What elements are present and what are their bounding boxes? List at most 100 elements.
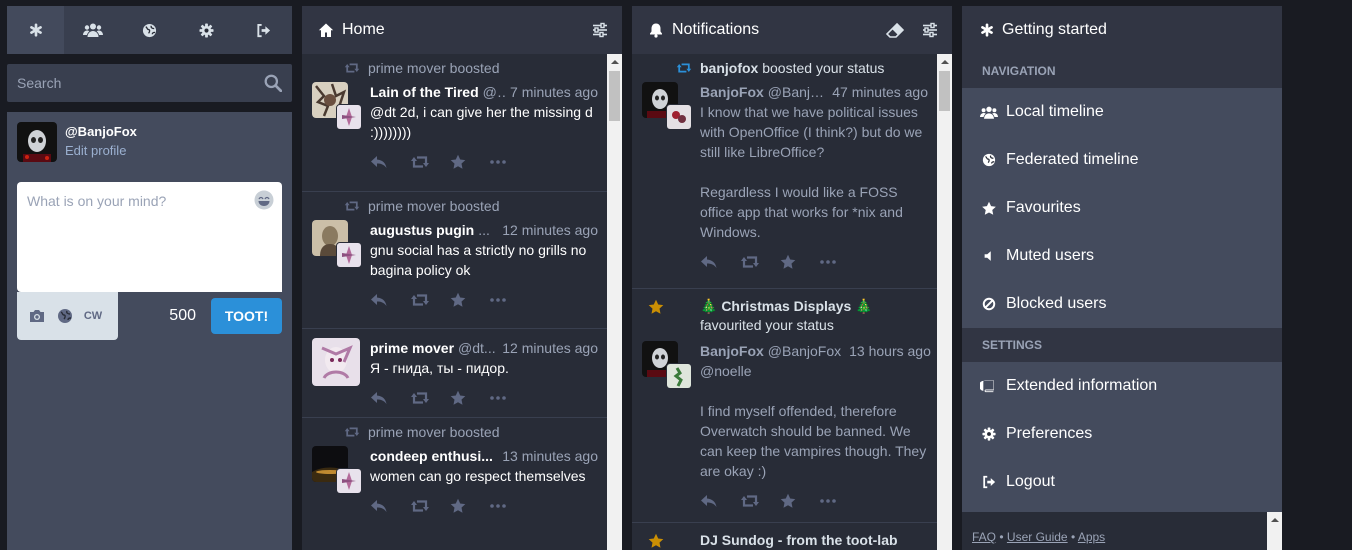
tab-getting-started[interactable] (7, 6, 64, 54)
scrollbar[interactable] (1267, 512, 1282, 550)
apps-link[interactable]: Apps (1078, 530, 1105, 544)
nav-federated-timeline[interactable]: Federated timeline (962, 136, 1282, 184)
content-warning-button[interactable]: CW (79, 310, 107, 322)
favourite-button[interactable] (450, 292, 490, 308)
column-settings-icon[interactable] (922, 22, 938, 38)
account-handle[interactable] (497, 446, 498, 466)
tab-logout[interactable] (235, 6, 292, 54)
status-timestamp[interactable]: 7 minutes ago (510, 82, 598, 102)
favourite-button[interactable] (450, 498, 490, 514)
nav-blocked-users[interactable]: Blocked users (962, 280, 1282, 328)
more-button[interactable] (820, 260, 860, 264)
star-icon (780, 493, 796, 509)
nav-muted-users[interactable]: Muted users (962, 232, 1282, 280)
boost-button[interactable] (410, 293, 450, 307)
avatar[interactable] (336, 242, 362, 268)
reply-button[interactable] (700, 255, 740, 269)
toot-button[interactable]: TOOT! (211, 298, 282, 334)
more-button[interactable] (490, 160, 530, 164)
notifications-column-header[interactable]: Notifications (632, 6, 952, 54)
display-name[interactable]: Lain of the Tired (370, 82, 479, 102)
display-name[interactable]: BanjoFox (700, 82, 764, 102)
privacy-dropdown-button[interactable] (51, 308, 79, 324)
account-handle[interactable]: @BanjoFox (768, 341, 841, 361)
notification[interactable]: banjofox boosted your status BanjoFox @B… (632, 54, 952, 289)
tab-preferences[interactable] (178, 6, 235, 54)
scrollbar[interactable] (937, 54, 952, 550)
tab-local-timeline[interactable] (64, 6, 121, 54)
emoji-picker-icon[interactable] (254, 190, 274, 210)
avatar[interactable] (336, 104, 362, 130)
scrollbar-thumb[interactable] (939, 71, 950, 111)
favourite-button[interactable] (450, 154, 490, 170)
scroll-up-button[interactable] (607, 54, 622, 69)
column-settings-icon[interactable] (592, 22, 608, 38)
avatar[interactable] (666, 363, 692, 389)
account-handle[interactable]: @Banjo... (768, 82, 828, 102)
boost-button[interactable] (410, 499, 450, 513)
boost-button[interactable] (740, 494, 780, 508)
display-name[interactable]: BanjoFox (700, 341, 764, 361)
nav-logout[interactable]: Logout (962, 458, 1282, 506)
more-button[interactable] (490, 504, 530, 508)
reply-all-button[interactable] (700, 494, 740, 508)
search-icon[interactable] (264, 74, 282, 92)
account-handle[interactable]: @... (483, 82, 506, 102)
more-button[interactable] (490, 298, 530, 302)
search-input[interactable] (7, 64, 292, 102)
nav-favourites[interactable]: Favourites (962, 184, 1282, 232)
nav-preferences[interactable]: Preferences (962, 410, 1282, 458)
account-handle[interactable]: @BanjoFox (65, 124, 137, 139)
boost-button[interactable] (410, 391, 450, 405)
status-timestamp[interactable]: 13 minutes ago (502, 446, 598, 466)
more-button[interactable] (490, 396, 530, 400)
notification-account[interactable]: 🎄 Christmas Displays 🎄 (700, 298, 873, 314)
account-handle[interactable]: @dt... (458, 338, 498, 358)
status[interactable]: prime mover boosted augustus pugin ... 1… (302, 192, 622, 329)
notification-account[interactable]: banjofox (700, 60, 758, 76)
display-name[interactable]: prime mover (370, 338, 454, 358)
scroll-up-button[interactable] (937, 54, 952, 69)
reply-button[interactable] (370, 499, 410, 513)
notification[interactable]: DJ Sundog - from the toot-lab (632, 523, 952, 550)
avatar[interactable] (17, 122, 57, 162)
clear-notifications-icon[interactable] (886, 22, 904, 38)
status-timestamp[interactable]: 13 hours ago (849, 341, 931, 361)
boost-button[interactable] (410, 155, 450, 169)
scrollbar[interactable] (607, 54, 622, 550)
display-name[interactable]: augustus pugin (370, 220, 474, 240)
boost-button[interactable] (740, 255, 780, 269)
reply-button[interactable] (370, 293, 410, 307)
favourite-button[interactable] (780, 254, 820, 270)
upload-media-button[interactable] (23, 308, 51, 324)
avatar[interactable] (666, 104, 692, 130)
nav-extended-information[interactable]: Extended information (962, 362, 1282, 410)
tab-federated-timeline[interactable] (121, 6, 178, 54)
status[interactable]: prime mover boosted condeep enthusi... 1… (302, 418, 622, 550)
status-timestamp[interactable]: 47 minutes ago (832, 82, 928, 102)
avatar[interactable] (312, 338, 360, 386)
edit-profile-link[interactable]: Edit profile (65, 143, 137, 158)
avatar[interactable] (336, 468, 362, 494)
display-name[interactable]: condeep enthusi... (370, 446, 493, 466)
favourite-button[interactable] (780, 493, 820, 509)
more-button[interactable] (820, 499, 860, 503)
scrollbar-thumb[interactable] (609, 71, 620, 121)
favourite-button[interactable] (450, 390, 490, 406)
compose-textarea[interactable] (17, 182, 282, 292)
globe-icon (57, 308, 73, 324)
user-guide-link[interactable]: User Guide (1007, 530, 1068, 544)
status-timestamp[interactable]: 12 minutes ago (502, 220, 598, 240)
status-timestamp[interactable]: 12 minutes ago (502, 338, 598, 358)
status[interactable]: prime mover boosted Lain of the Tired @.… (302, 54, 622, 192)
nav-local-timeline[interactable]: Local timeline (962, 88, 1282, 136)
account-handle[interactable]: ... (478, 220, 498, 240)
home-column-header[interactable]: Home (302, 6, 622, 54)
faq-link[interactable]: FAQ (972, 530, 996, 544)
status[interactable]: prime mover @dt... 12 minutes ago Я - гн… (302, 329, 622, 418)
notification[interactable]: 🎄 Christmas Displays 🎄 favourited your st… (632, 289, 952, 523)
scroll-up-button[interactable] (1267, 512, 1282, 527)
notification-account[interactable]: DJ Sundog - from the toot-lab (700, 532, 898, 548)
reply-button[interactable] (370, 391, 410, 405)
reply-button[interactable] (370, 155, 410, 169)
